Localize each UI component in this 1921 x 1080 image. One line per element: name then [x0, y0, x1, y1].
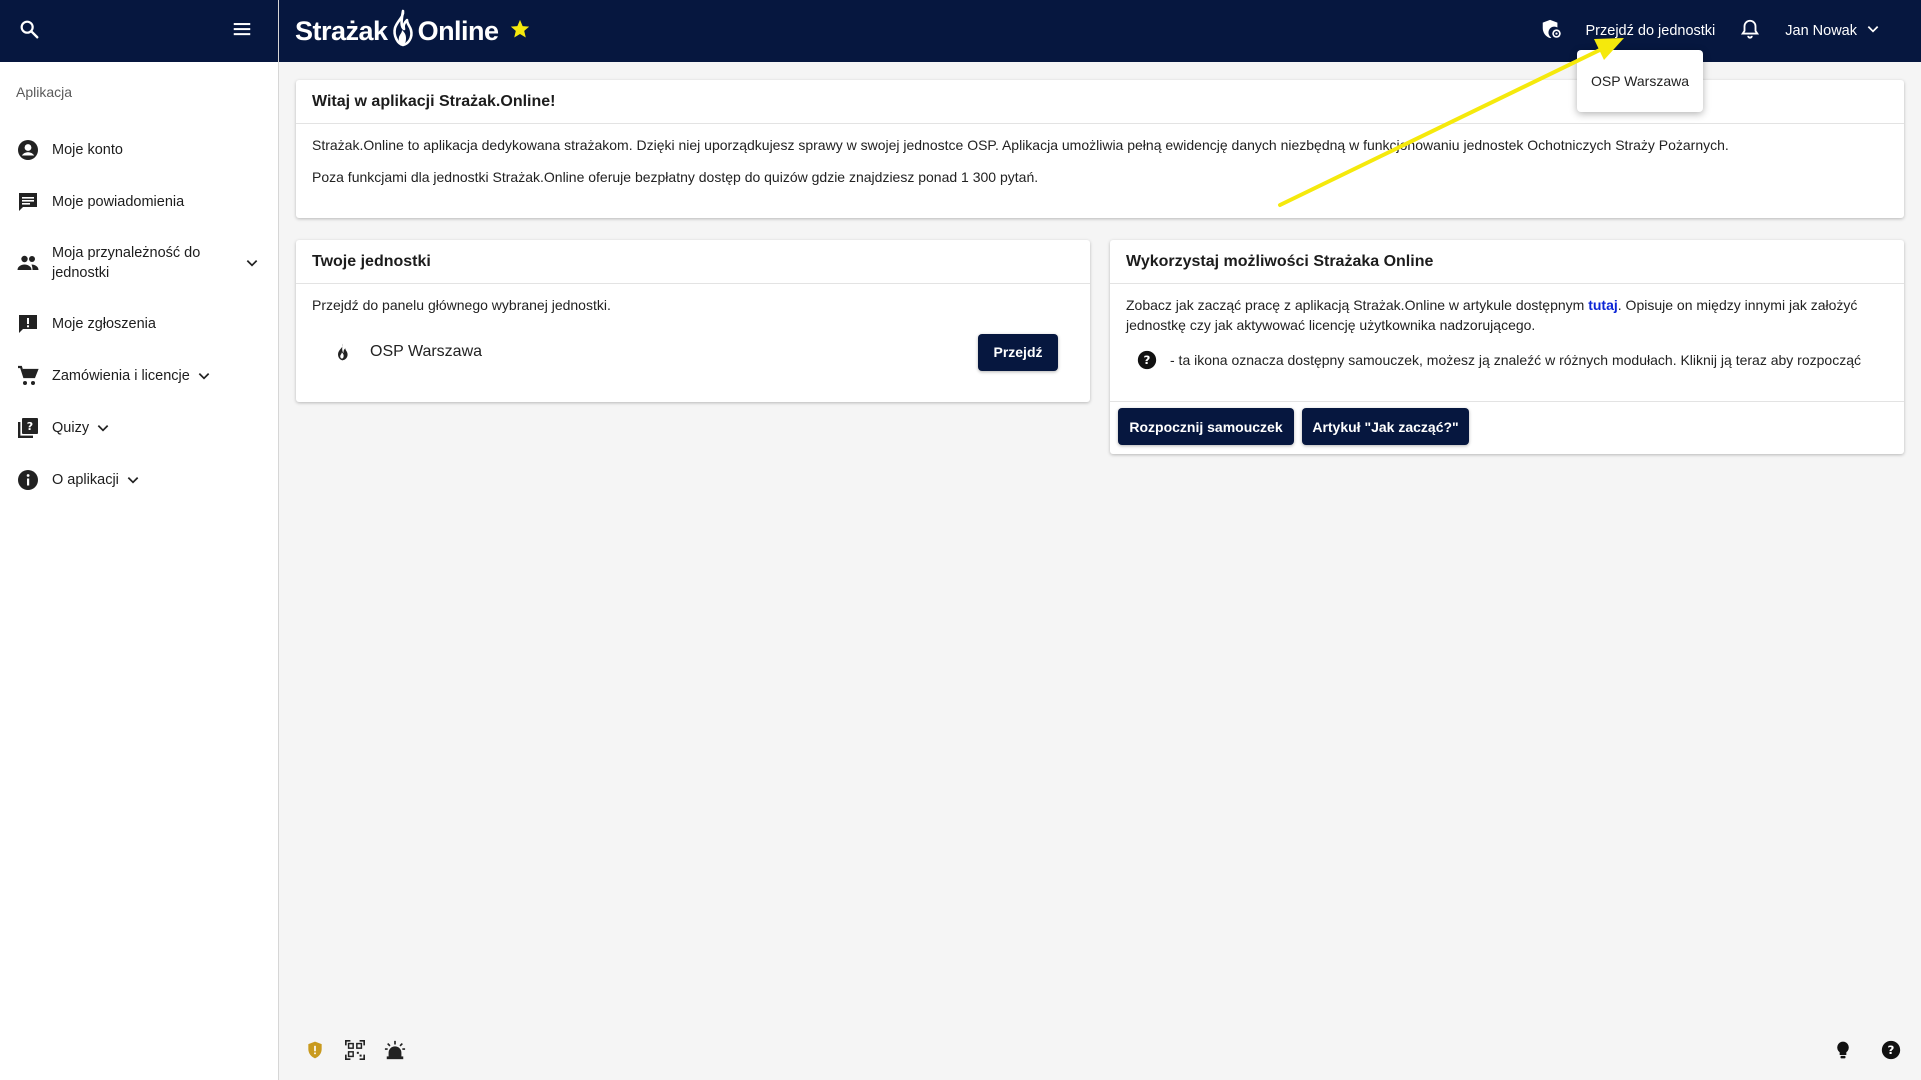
article-link[interactable]: tutaj — [1588, 297, 1618, 313]
dropdown-item-unit[interactable]: OSP Warszawa — [1591, 73, 1689, 89]
shield-warning-icon[interactable] — [303, 1038, 327, 1062]
message-icon — [16, 190, 40, 214]
tutorial-tip: ? - ta ikona oznacza dostępny samouczek,… — [1126, 349, 1888, 371]
chevron-down-icon[interactable] — [196, 368, 212, 384]
chevron-down-icon[interactable] — [95, 420, 111, 436]
search-icon[interactable] — [18, 18, 40, 45]
help-icon[interactable]: ? — [1136, 349, 1158, 371]
tutorial-tip-text: - ta ikona oznacza dostępny samouczek, m… — [1170, 352, 1861, 368]
footer-bar: ? — [279, 1020, 1921, 1080]
sidebar-item-unit-membership[interactable]: Moja przynależność do jednostki — [0, 228, 278, 298]
menu-icon[interactable] — [231, 18, 253, 45]
sidebar-item-about[interactable]: O aplikacji — [0, 454, 278, 506]
sidebar-item-label: Moja przynależność do jednostki — [52, 245, 201, 281]
svg-text:?: ? — [27, 420, 33, 433]
svg-text:?: ? — [1144, 353, 1151, 367]
features-card: Wykorzystaj możliwości Strażaka Online Z… — [1110, 240, 1904, 454]
sidebar-item-my-account[interactable]: Moje konto — [0, 124, 278, 176]
features-actions: Rozpocznij samouczek Artykuł "Jak zacząć… — [1110, 402, 1904, 451]
siren-alarm-icon[interactable] — [383, 1038, 407, 1062]
qr-code-scan-icon[interactable] — [343, 1038, 367, 1062]
welcome-body: Strażak.Online to aplikacja dedykowana s… — [296, 124, 1904, 198]
sidebar-item-reports[interactable]: Moje zgłoszenia — [0, 298, 278, 350]
units-title: Twoje jednostki — [296, 240, 1090, 284]
welcome-paragraph: Poza funkcjami dla jednostki Strażak.Onl… — [312, 169, 1039, 185]
sidebar-item-label: Moje zgłoszenia — [52, 316, 156, 332]
unit-name: OSP Warszawa — [370, 343, 483, 360]
features-description: Zobacz jak zacząć pracę z aplikacją Stra… — [1126, 295, 1888, 335]
units-body: Przejdź do panelu głównego wybranej jedn… — [296, 284, 1090, 386]
chevron-down-icon[interactable] — [125, 472, 141, 488]
sidebar-item-label: Zamówienia i licencje — [52, 368, 190, 384]
people-icon — [16, 251, 40, 275]
go-to-unit-card-button[interactable]: Przejdź — [978, 333, 1058, 371]
bell-icon[interactable] — [1739, 18, 1761, 44]
units-subtitle: Przejdź do panelu głównego wybranej jedn… — [312, 297, 611, 313]
units-card: Twoje jednostki Przejdź do panelu główne… — [296, 240, 1090, 402]
sidebar-item-label: Moje konto — [52, 142, 123, 158]
help-icon[interactable]: ? — [1879, 1038, 1903, 1062]
sidebar-header — [0, 0, 278, 62]
features-body: Zobacz jak zacząć pracę z aplikacją Stra… — [1110, 284, 1904, 402]
article-how-to-start-button[interactable]: Artykuł "Jak zacząć?" — [1302, 408, 1469, 445]
feedback-icon — [16, 312, 40, 336]
account-circle-icon — [16, 138, 40, 162]
cart-icon — [16, 364, 40, 388]
chevron-down-icon[interactable] — [244, 255, 260, 271]
brand-right: Online — [417, 15, 500, 46]
star-icon[interactable] — [509, 16, 531, 47]
features-title: Wykorzystaj możliwości Strażaka Online — [1110, 240, 1904, 284]
svg-text:?: ? — [1888, 1043, 1895, 1057]
admin-shield-icon[interactable] — [1540, 18, 1562, 44]
info-icon — [16, 468, 40, 492]
user-menu[interactable]: Jan Nowak — [1785, 21, 1881, 41]
sidebar-item-notifications[interactable]: Moje powiadomienia — [0, 176, 278, 228]
features-text: Zobacz jak zacząć pracę z aplikacją Stra… — [1126, 297, 1589, 313]
start-tutorial-button[interactable]: Rozpocznij samouczek — [1118, 408, 1294, 445]
user-name: Jan Nowak — [1785, 23, 1857, 39]
lightbulb-icon[interactable] — [1831, 1038, 1855, 1062]
sidebar-item-label: Moje powiadomienia — [52, 194, 185, 210]
sidebar-item-label: O aplikacji — [52, 472, 119, 488]
sidebar-item-quizzes[interactable]: ? Quizy — [0, 402, 278, 454]
app-logo[interactable]: Strażak Online — [295, 9, 531, 54]
sidebar: Aplikacja Moje konto Moje powiadomienia … — [0, 0, 279, 1080]
welcome-paragraph: Strażak.Online to aplikacja dedykowana s… — [312, 137, 1729, 153]
sidebar-section-label: Aplikacja — [16, 84, 73, 100]
quiz-icon: ? — [16, 416, 40, 440]
unit-row: OSP Warszawa Przejdź — [312, 315, 1074, 375]
flame-logo-icon — [390, 9, 416, 54]
go-to-unit-button[interactable]: Przejdź do jednostki — [1586, 23, 1716, 39]
brand-left: Strażak — [295, 15, 388, 46]
sidebar-item-label: Quizy — [52, 420, 90, 436]
sidebar-item-orders-licenses[interactable]: Zamówienia i licencje — [0, 350, 278, 402]
unit-dropdown: OSP Warszawa — [1577, 50, 1703, 112]
chevron-down-icon — [1857, 21, 1881, 41]
flame-icon — [332, 341, 352, 363]
